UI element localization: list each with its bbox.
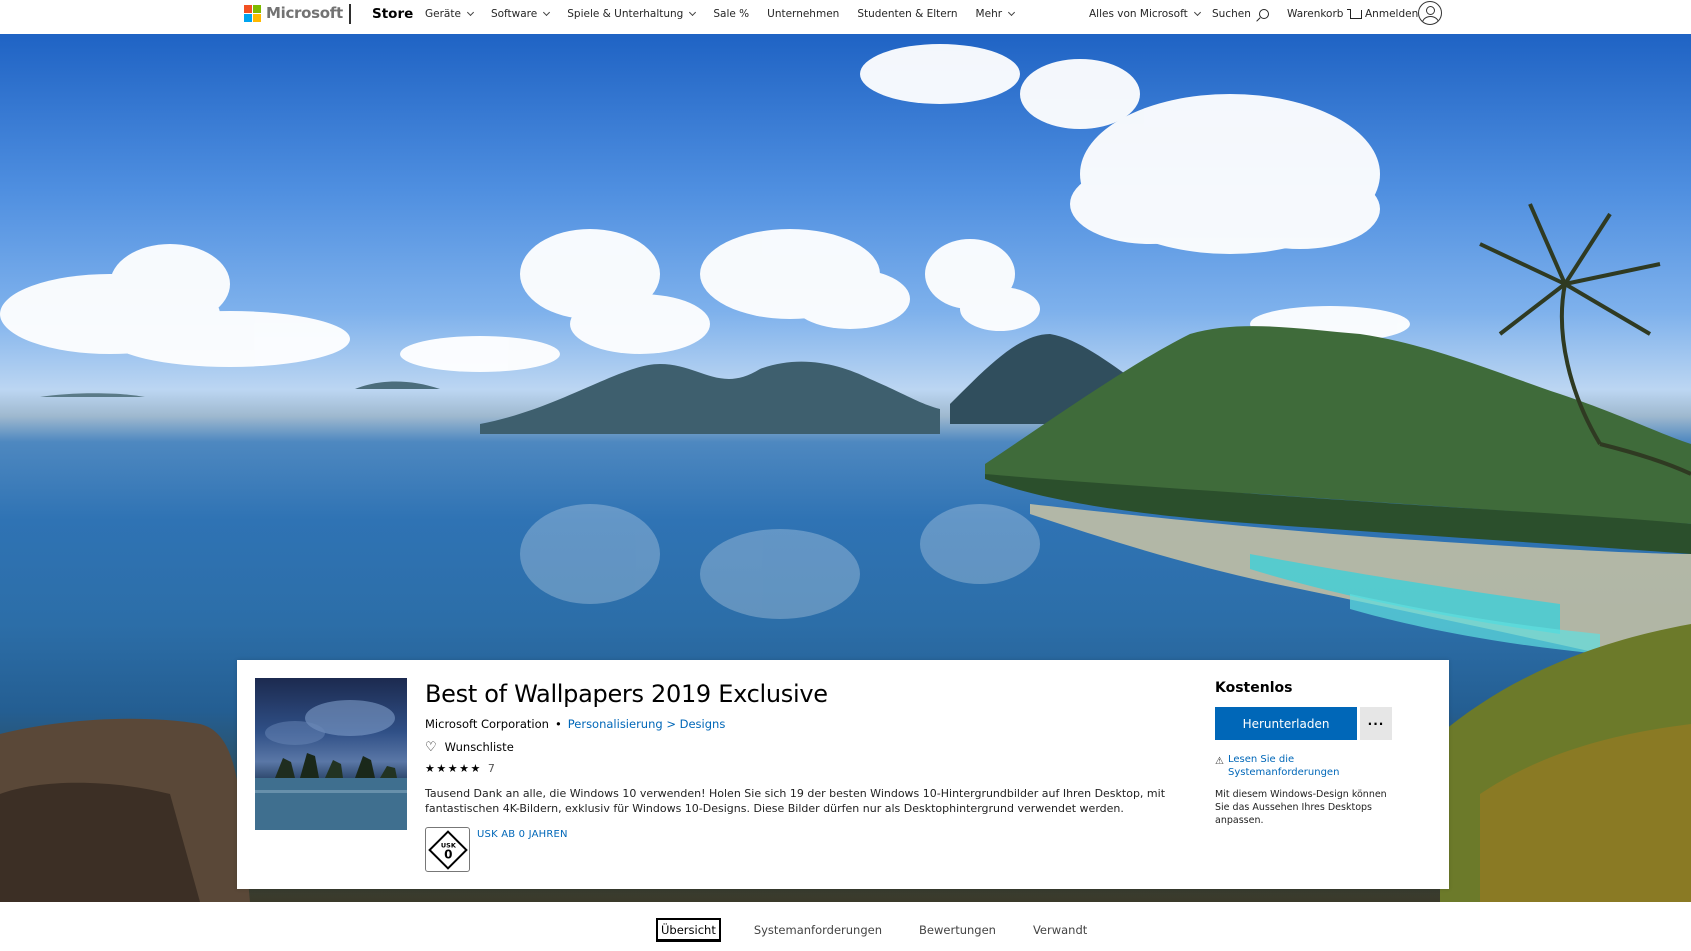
publisher-line: Microsoft Corporation • Personalisierung…	[425, 717, 725, 731]
chevron-down-icon	[1193, 8, 1201, 17]
search-icon	[1258, 9, 1269, 19]
separator-dot: •	[554, 717, 562, 731]
system-requirements-notice: ⚠ Lesen Sie die Systemanforderungen	[1215, 753, 1368, 779]
nav-item-sale[interactable]: Sale %	[713, 8, 749, 20]
tab-verwandt[interactable]: Verwandt	[1029, 918, 1091, 942]
search-button[interactable]: Suchen	[1212, 8, 1269, 20]
rating[interactable]: ★★★★★ 7	[425, 762, 495, 775]
product-thumbnail	[255, 678, 407, 830]
cart-button[interactable]: Warenkorb	[1287, 8, 1363, 20]
usk-rating-link[interactable]: USK AB 0 JAHREN	[477, 829, 568, 840]
store-link[interactable]: Store	[372, 6, 413, 22]
nav-item-mehr[interactable]: Mehr	[976, 8, 1016, 20]
cart-icon	[1347, 8, 1363, 19]
account-avatar-icon[interactable]	[1418, 1, 1442, 25]
product-card: Best of Wallpapers 2019 Exclusive Micros…	[237, 660, 1449, 889]
nav-item-software[interactable]: Software	[491, 8, 551, 20]
header-divider	[349, 4, 351, 24]
chevron-down-icon	[689, 8, 697, 17]
thumbnail-illustration	[255, 700, 407, 830]
tab-systemanforderungen[interactable]: Systemanforderungen	[750, 918, 886, 942]
product-title: Best of Wallpapers 2019 Exclusive	[425, 680, 828, 708]
usk-badge-age: 0	[443, 846, 452, 861]
microsoft-wordmark: Microsoft	[266, 4, 343, 22]
main-nav: Geräte Software Spiele & Unterhaltung Sa…	[425, 8, 1032, 20]
all-microsoft-menu[interactable]: Alles von Microsoft	[1089, 8, 1201, 20]
usk-badge: USK 0	[425, 827, 470, 872]
usk-diamond-icon: USK 0	[427, 829, 468, 870]
signin-link[interactable]: Anmelden	[1365, 8, 1418, 20]
download-button[interactable]: Herunterladen	[1215, 707, 1357, 740]
category-link[interactable]: Personalisierung > Designs	[568, 717, 726, 731]
system-requirements-link[interactable]: Lesen Sie die Systemanforderungen	[1228, 753, 1368, 779]
chevron-down-icon	[466, 8, 474, 17]
microsoft-logo[interactable]: Microsoft	[244, 4, 343, 22]
wishlist-label: Wunschliste	[444, 740, 514, 754]
star-rating-icon: ★★★★★	[425, 762, 482, 775]
theme-note: Mit diesem Windows-Design können Sie das…	[1215, 789, 1387, 826]
wishlist-button[interactable]: ♡ Wunschliste	[425, 740, 514, 754]
tab-bewertungen[interactable]: Bewertungen	[915, 918, 1000, 942]
site-header: Microsoft Store Geräte Software Spiele &…	[0, 0, 1691, 34]
more-options-button[interactable]: ···	[1360, 707, 1392, 740]
warning-icon: ⚠	[1215, 756, 1224, 767]
nav-item-geraete[interactable]: Geräte	[425, 8, 474, 20]
nav-item-unternehmen[interactable]: Unternehmen	[767, 8, 839, 20]
chevron-down-icon	[1008, 8, 1016, 17]
chevron-down-icon	[543, 8, 551, 17]
product-tabs: Übersicht Systemanforderungen Bewertunge…	[656, 918, 1120, 942]
rating-count: 7	[487, 762, 495, 775]
product-description: Tausend Dank an alle, die Windows 10 ver…	[425, 787, 1166, 815]
tab-uebersicht[interactable]: Übersicht	[656, 918, 721, 942]
purchase-panel: Kostenlos Herunterladen ··· ⚠ Lesen Sie …	[1197, 660, 1449, 889]
nav-item-spiele[interactable]: Spiele & Unterhaltung	[567, 8, 697, 20]
heart-icon: ♡	[425, 739, 437, 755]
publisher-name: Microsoft Corporation	[425, 717, 549, 731]
nav-item-studenten[interactable]: Studenten & Eltern	[857, 8, 957, 20]
microsoft-logo-icon	[244, 4, 261, 22]
price-label: Kostenlos	[1215, 680, 1293, 696]
